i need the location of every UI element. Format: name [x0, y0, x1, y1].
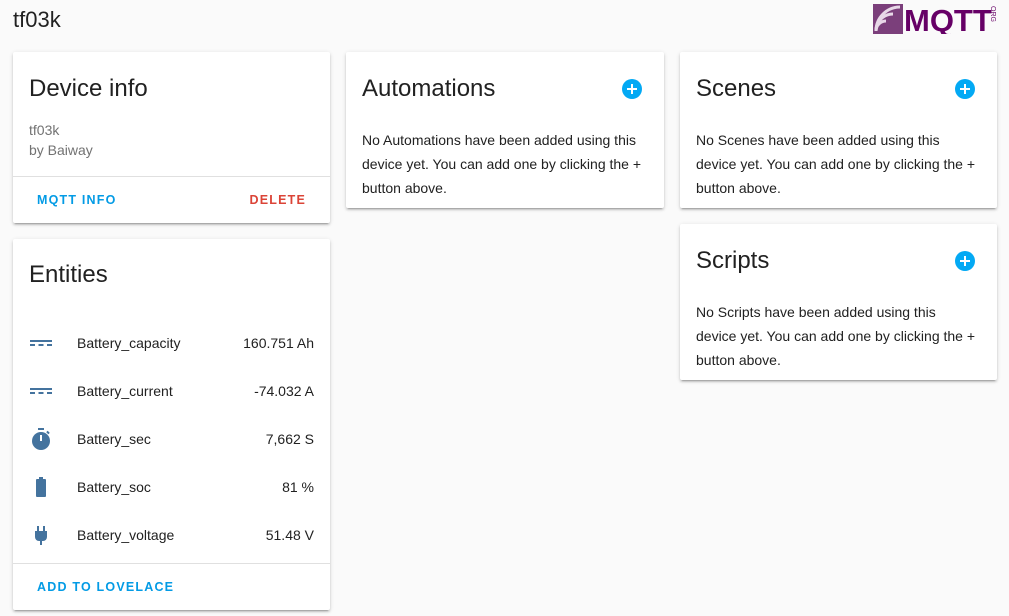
entity-name: Battery_voltage — [77, 527, 175, 543]
current-dc-icon — [30, 388, 52, 394]
entities-title: Entities — [29, 261, 108, 288]
scenes-title: Scenes — [696, 75, 777, 102]
automations-title: Automations — [362, 75, 496, 102]
scenes-empty-text: No Scenes have been added using this dev… — [696, 132, 976, 196]
entity-name: Battery_sec — [77, 431, 151, 447]
entity-value: 81 % — [282, 479, 314, 495]
logo-subtext: ORG — [989, 6, 996, 22]
card-divider — [13, 563, 330, 564]
automations-card: Automations No Automations have been add… — [346, 52, 664, 208]
scripts-empty-text: No Scripts have been added using this de… — [696, 304, 976, 368]
scripts-card: Scripts No Scripts have been added using… — [680, 224, 997, 380]
entity-value: 51.48 V — [265, 527, 314, 543]
entity-value: -74.032 A — [254, 383, 314, 399]
entity-value: 160.751 Ah — [243, 335, 314, 351]
scenes-card: Scenes No Scenes have been added using t… — [680, 52, 997, 208]
entity-row-battery-capacity[interactable]: Battery_capacity 160.751 Ah — [13, 319, 330, 367]
automations-empty-text: No Automations have been added using thi… — [362, 132, 642, 196]
entity-name: Battery_soc — [77, 479, 151, 495]
add-to-lovelace-button[interactable]: ADD TO LOVELACE — [37, 579, 174, 595]
device-info-title: Device info — [29, 75, 148, 102]
timer-icon — [32, 428, 50, 450]
add-scene-button[interactable] — [955, 79, 975, 99]
entity-row-battery-soc[interactable]: Battery_soc 81 % — [13, 463, 330, 511]
entity-row-battery-voltage[interactable]: Battery_voltage 51.48 V — [13, 511, 330, 559]
battery-icon — [36, 477, 46, 497]
add-automation-button[interactable] — [622, 79, 642, 99]
entity-row-battery-sec[interactable]: Battery_sec 7,662 S — [13, 415, 330, 463]
mqtt-logo: MQTT ORG — [873, 4, 996, 34]
scripts-title: Scripts — [696, 247, 770, 274]
entity-row-battery-current[interactable]: Battery_current -74.032 A — [13, 367, 330, 415]
current-dc-icon — [30, 340, 52, 346]
entity-name: Battery_capacity — [77, 335, 181, 351]
device-manufacturer: by Baiway — [29, 142, 93, 158]
device-info-card: Device info tf03k by Baiway MQTT INFO DE… — [13, 52, 330, 223]
card-divider — [13, 176, 330, 177]
power-plug-icon — [35, 526, 47, 545]
entity-value: 7,662 S — [265, 431, 314, 447]
entities-card: Entities Battery_capacity 160.751 Ah Bat… — [13, 239, 330, 610]
entity-name: Battery_current — [77, 383, 173, 399]
logo-text: MQTT — [904, 4, 992, 34]
mqtt-info-button[interactable]: MQTT INFO — [37, 192, 117, 208]
device-model: tf03k — [29, 122, 60, 138]
add-script-button[interactable] — [955, 251, 975, 271]
delete-button[interactable]: DELETE — [249, 192, 306, 208]
page-title: tf03k — [13, 7, 61, 32]
